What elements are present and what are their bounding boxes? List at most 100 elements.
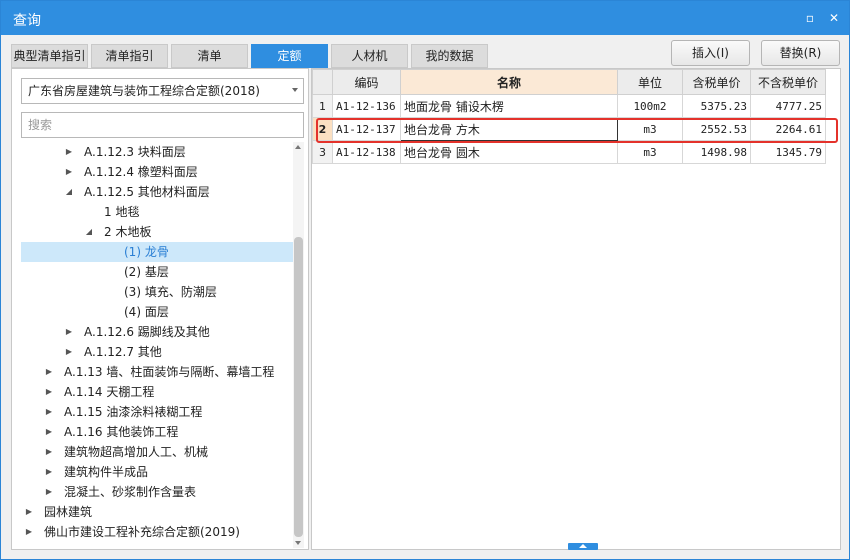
chevron-down-icon	[292, 88, 298, 92]
tree-node-label: A.1.14 天棚工程	[64, 385, 155, 399]
tree-node[interactable]: ▶ A.1.12.6 踢脚线及其他	[21, 322, 293, 342]
cell-name[interactable]: 地面龙骨 铺设木楞	[400, 94, 618, 118]
cell-price-notax[interactable]: 1345.79	[750, 140, 826, 164]
tree-node-label: (4) 面层	[124, 305, 169, 319]
expand-arrow-icon[interactable]: ▶	[44, 362, 54, 382]
tree-toggle	[104, 262, 114, 282]
cell-price-notax[interactable]: 4777.25	[750, 94, 826, 118]
column-header-code[interactable]: 编码	[332, 69, 401, 95]
tree-node-label: A.1.12.4 橡塑料面层	[84, 165, 198, 179]
tree-node[interactable]: ▶ A.1.14 天棚工程	[21, 382, 293, 402]
insert-button[interactable]: 插入(I)	[671, 40, 750, 66]
column-header-price-notax[interactable]: 不含税单价	[750, 69, 826, 95]
tree-node[interactable]: ▶ 建筑构件半成品	[21, 462, 293, 482]
scroll-up-icon[interactable]	[295, 145, 301, 149]
collapse-arrow-icon[interactable]: ◢	[64, 182, 74, 202]
quota-tree-panel: 广东省房屋建筑与装饰工程综合定额(2018) ▶ A.1.12.3 块料面层 ▶ A…	[11, 68, 309, 550]
quota-grid-panel: 编码 名称 单位 含税单价 不含税单价 1 A1-12-136 地面龙骨 铺设木…	[311, 68, 841, 550]
tab-labor-material-machine[interactable]: 人材机	[331, 44, 408, 68]
tree-node[interactable]: ▶ 混凝土、砂浆制作含量表	[21, 482, 293, 502]
close-icon[interactable]: ✕	[827, 11, 841, 25]
cell-price-tax[interactable]: 1498.98	[682, 140, 751, 164]
column-header-unit[interactable]: 单位	[617, 69, 683, 95]
table-row[interactable]: 1 A1-12-136 地面龙骨 铺设木楞 100m2 5375.23 4777…	[312, 94, 826, 118]
tree-node[interactable]: (2) 基层	[21, 262, 293, 282]
expand-arrow-icon[interactable]: ▶	[64, 162, 74, 182]
replace-button[interactable]: 替换(R)	[761, 40, 840, 66]
tree-node-label: 混凝土、砂浆制作含量表	[64, 485, 197, 499]
expand-arrow-icon[interactable]: ▶	[44, 462, 54, 482]
expand-arrow-icon[interactable]: ▶	[64, 342, 74, 362]
expand-arrow-icon[interactable]: ▶	[24, 502, 34, 522]
tree-node-label: A.1.13 墙、柱面装饰与隔断、幕墙工程	[64, 365, 275, 379]
tree-node-label: A.1.15 油漆涂料裱糊工程	[64, 405, 203, 419]
quota-tree: ▶ A.1.12.3 块料面层 ▶ A.1.12.4 橡塑料面层 ◢ A.1.12.5…	[21, 142, 293, 547]
tree-node[interactable]: 1 地毯	[21, 202, 293, 222]
cell-name[interactable]: 地台龙骨 圆木	[400, 140, 618, 164]
tree-node[interactable]: ▶ A.1.12.3 块料面层	[21, 142, 293, 162]
expand-arrow-icon[interactable]: ▶	[44, 482, 54, 502]
tree-node[interactable]: ▶ 佛山市建设工程补充综合定额(2019)	[21, 522, 293, 542]
tree-toggle	[104, 302, 114, 322]
highlight-annotation	[316, 118, 838, 143]
quota-library-value: 广东省房屋建筑与装饰工程综合定额(2018)	[28, 84, 260, 98]
tree-node[interactable]: ◢ A.1.12.5 其他材料面层	[21, 182, 293, 202]
tree-node[interactable]: (3) 填充、防潮层	[21, 282, 293, 302]
row-number: 1	[312, 94, 333, 118]
tree-node-label: 建筑构件半成品	[64, 465, 149, 479]
column-header-name[interactable]: 名称	[400, 69, 618, 95]
tab-typical-bill-guide[interactable]: 典型清单指引	[11, 44, 88, 68]
row-number: 3	[312, 140, 333, 164]
tab-quota[interactable]: 定额	[251, 44, 328, 68]
column-header-rownum	[312, 69, 333, 95]
tree-node[interactable]: ▶ A.1.13 墙、柱面装饰与隔断、幕墙工程	[21, 362, 293, 382]
tree-node-label: A.1.12.7 其他	[84, 345, 162, 359]
quota-library-select[interactable]: 广东省房屋建筑与装饰工程综合定额(2018)	[21, 78, 304, 104]
query-dialog: 查询 ▫ ✕ 典型清单指引 清单指引 清单 定额 人材机 我的数据 插入(I) …	[0, 0, 850, 560]
tree-node[interactable]: ▶ 园林建筑	[21, 502, 293, 522]
tree-scrollbar[interactable]	[293, 142, 304, 548]
chevron-up-icon	[579, 544, 587, 548]
tree-node-label: A.1.16 其他装饰工程	[64, 425, 179, 439]
expand-arrow-icon[interactable]: ▶	[24, 522, 34, 542]
quota-table: 编码 名称 单位 含税单价 不含税单价 1 A1-12-136 地面龙骨 铺设木…	[312, 69, 826, 164]
tree-node[interactable]: ▶ 建筑物超高增加人工、机械	[21, 442, 293, 462]
cell-unit[interactable]: 100m2	[617, 94, 683, 118]
tree-node[interactable]: ▶ A.1.16 其他装饰工程	[21, 422, 293, 442]
tree-node-label: A.1.12.3 块料面层	[84, 145, 186, 159]
search-input[interactable]	[21, 112, 304, 138]
tree-node[interactable]: (4) 面层	[21, 302, 293, 322]
table-header-row: 编码 名称 单位 含税单价 不含税单价	[312, 69, 826, 95]
tree-node[interactable]: ▶ A.1.12.4 橡塑料面层	[21, 162, 293, 182]
column-header-price-tax[interactable]: 含税单价	[682, 69, 751, 95]
tree-node-label: (1) 龙骨	[124, 245, 169, 259]
expand-arrow-icon[interactable]: ▶	[64, 142, 74, 162]
tab-bill[interactable]: 清单	[171, 44, 248, 68]
tree-toggle	[104, 242, 114, 262]
tree-node-label: 1 地毯	[104, 205, 140, 219]
tree-node-label: 2 木地板	[104, 225, 152, 239]
tree-toggle	[84, 202, 94, 222]
table-row[interactable]: 3 A1-12-138 地台龙骨 圆木 m3 1498.98 1345.79	[312, 140, 826, 164]
expand-arrow-icon[interactable]: ▶	[44, 402, 54, 422]
tree-node[interactable]: ◢ 2 木地板	[21, 222, 293, 242]
cell-code[interactable]: A1-12-138	[332, 140, 401, 164]
collapse-arrow-icon[interactable]: ◢	[84, 222, 94, 242]
expand-arrow-icon[interactable]: ▶	[44, 442, 54, 462]
title-bar[interactable]: 查询 ▫ ✕	[1, 1, 849, 35]
scrollbar-thumb[interactable]	[294, 237, 303, 537]
restore-icon[interactable]: ▫	[803, 11, 817, 25]
tree-node[interactable]: ▶ A.1.12.7 其他	[21, 342, 293, 362]
tree-node-selected[interactable]: (1) 龙骨	[21, 242, 293, 262]
tab-my-data[interactable]: 我的数据	[411, 44, 488, 68]
expand-arrow-icon[interactable]: ▶	[64, 322, 74, 342]
expand-arrow-icon[interactable]: ▶	[44, 382, 54, 402]
panel-splitter-handle[interactable]	[568, 543, 598, 550]
cell-code[interactable]: A1-12-136	[332, 94, 401, 118]
expand-arrow-icon[interactable]: ▶	[44, 422, 54, 442]
tab-bill-guide[interactable]: 清单指引	[91, 44, 168, 68]
cell-price-tax[interactable]: 5375.23	[682, 94, 751, 118]
cell-unit[interactable]: m3	[617, 140, 683, 164]
tree-node[interactable]: ▶ A.1.15 油漆涂料裱糊工程	[21, 402, 293, 422]
scroll-down-icon[interactable]	[295, 541, 301, 545]
